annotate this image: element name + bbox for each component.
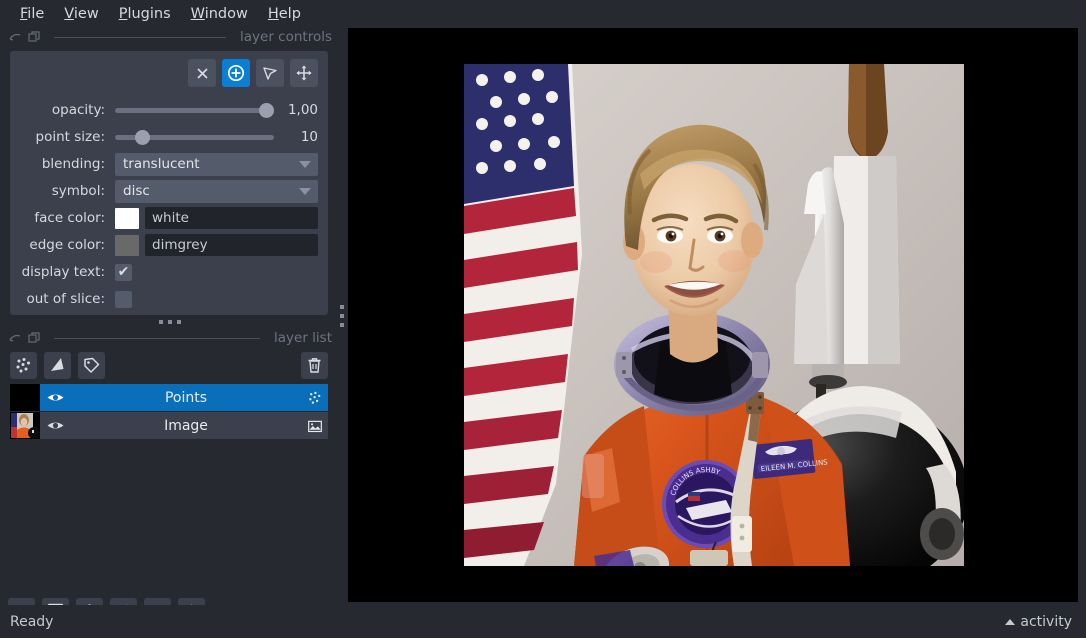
menu-view[interactable]: View: [54, 4, 108, 24]
layer-thumbnail-image: [10, 412, 40, 439]
layer-controls-dock-label: layer controls: [240, 29, 332, 45]
menu-file[interactable]: File: [10, 4, 54, 24]
edge-color-row: edge color: dimgrey: [20, 232, 318, 258]
new-labels-layer-button[interactable]: [78, 351, 105, 379]
chevron-down-icon: [299, 188, 311, 195]
menu-view-mnemonic: V: [64, 5, 74, 22]
pan-zoom-button[interactable]: [290, 59, 318, 87]
close-dock-icon[interactable]: [27, 332, 40, 345]
face-color-input[interactable]: white: [145, 207, 318, 229]
menu-window-mnemonic: W: [190, 5, 205, 22]
splitter-dot: [340, 305, 344, 309]
status-bar: Ready activity: [0, 605, 1086, 638]
splitter-dot: [168, 319, 172, 324]
new-points-layer-button[interactable]: [10, 351, 37, 379]
blending-combobox[interactable]: translucent: [115, 152, 318, 176]
edge-color-swatch[interactable]: [115, 234, 139, 256]
point-size-row: point size: 10: [20, 124, 318, 150]
add-points-button[interactable]: [222, 59, 250, 87]
layer-controls-panel: opacity: 1,00 point size: 10 blending: t…: [10, 51, 328, 315]
image-layer-icon: [302, 418, 328, 434]
point-size-slider-handle[interactable]: [135, 129, 151, 145]
checkmark-icon: ✔: [117, 264, 130, 280]
opacity-slider-track: [115, 107, 274, 113]
opacity-row: opacity: 1,00: [20, 97, 318, 123]
menu-window[interactable]: Window: [181, 4, 258, 24]
splitter-dot: [340, 323, 344, 327]
point-size-value: 10: [300, 129, 318, 145]
display-text-checkbox[interactable]: ✔: [115, 263, 132, 281]
face-color-swatch[interactable]: [115, 207, 139, 229]
menu-view-label: iew: [73, 5, 99, 22]
select-points-button[interactable]: [256, 59, 284, 87]
layer-buttons-row: [0, 348, 340, 382]
symbol-label: symbol:: [51, 183, 105, 199]
layer-list: Points Image: [10, 384, 328, 439]
layer-row-points[interactable]: Points: [10, 384, 328, 411]
out-of-slice-checkbox[interactable]: [115, 290, 132, 308]
float-dock-icon[interactable]: [8, 31, 21, 44]
activity-button[interactable]: activity: [1005, 614, 1072, 630]
opacity-slider-handle[interactable]: [259, 102, 274, 118]
layer-controls-dock-titlebar: layer controls: [0, 27, 340, 47]
image-layer-astronaut: COLLINS ASHBY EILEEN M. COLLINS: [464, 64, 964, 566]
delete-layer-button[interactable]: [301, 351, 328, 379]
opacity-value: 1,00: [287, 102, 318, 118]
dock-title-rule: [54, 36, 226, 38]
out-of-slice-label: out of slice:: [26, 291, 105, 307]
layer-thumbnail-points: [10, 384, 40, 411]
display-text-label: display text:: [21, 264, 105, 280]
chevron-up-icon: [1005, 618, 1016, 625]
blending-value: translucent: [123, 156, 200, 172]
opacity-slider[interactable]: [115, 100, 274, 120]
dock-title-rule: [54, 337, 260, 339]
opacity-label: opacity:: [51, 102, 105, 118]
layer-visibility-toggle-points[interactable]: [40, 391, 70, 404]
activity-label: activity: [1020, 613, 1072, 630]
edge-color-label: edge color:: [29, 237, 105, 253]
splitter-dot: [159, 319, 163, 324]
viewer-canvas[interactable]: COLLINS ASHBY EILEEN M. COLLINS: [348, 28, 1078, 602]
delete-selected-points-button[interactable]: [188, 59, 216, 87]
points-tool-buttons: [20, 59, 318, 87]
splitter-dot: [340, 314, 344, 318]
point-size-label: point size:: [35, 129, 105, 145]
face-color-label: face color:: [34, 210, 105, 226]
layer-visibility-toggle-image[interactable]: [40, 419, 70, 432]
napari-main-window: File View Plugins Window Help layer cont…: [0, 0, 1086, 638]
menu-plugins-label: lugins: [127, 5, 171, 22]
menu-bar: File View Plugins Window Help: [0, 0, 1086, 27]
new-shapes-layer-button[interactable]: [44, 351, 71, 379]
dock-splitter-horizontal[interactable]: [0, 315, 340, 328]
menu-file-label: ile: [27, 5, 45, 22]
splitter-dot: [177, 319, 181, 324]
layer-name-points: Points: [164, 389, 208, 406]
menu-plugins[interactable]: Plugins: [109, 4, 181, 24]
menu-help-label: elp: [278, 5, 301, 22]
main-splitter-vertical[interactable]: [336, 27, 348, 605]
menu-window-label: indow: [204, 5, 248, 22]
blending-label: blending:: [41, 156, 105, 172]
menu-help[interactable]: Help: [258, 4, 311, 24]
display-text-row: display text: ✔: [20, 259, 318, 285]
point-size-slider[interactable]: [115, 127, 274, 147]
layer-row-image[interactable]: Image: [10, 412, 328, 439]
chevron-down-icon: [299, 161, 311, 168]
face-color-row: face color: white: [20, 205, 318, 231]
blending-row: blending: translucent: [20, 151, 318, 177]
points-layer-icon: [302, 390, 328, 406]
close-dock-icon[interactable]: [27, 31, 40, 44]
symbol-combobox[interactable]: disc: [115, 179, 318, 203]
layer-list-dock-titlebar: layer list: [0, 328, 340, 348]
layer-list-dock-label: layer list: [274, 330, 332, 346]
edge-color-input[interactable]: dimgrey: [145, 234, 318, 256]
left-dock-column: layer controls opacity: 1,00 point size:…: [0, 27, 340, 625]
symbol-row: symbol: disc: [20, 178, 318, 204]
status-message: Ready: [10, 613, 54, 630]
symbol-value: disc: [123, 183, 150, 199]
layer-name-image: Image: [164, 417, 208, 434]
menu-help-mnemonic: H: [267, 5, 279, 22]
float-dock-icon[interactable]: [8, 332, 21, 345]
out-of-slice-row: out of slice:: [20, 286, 318, 312]
